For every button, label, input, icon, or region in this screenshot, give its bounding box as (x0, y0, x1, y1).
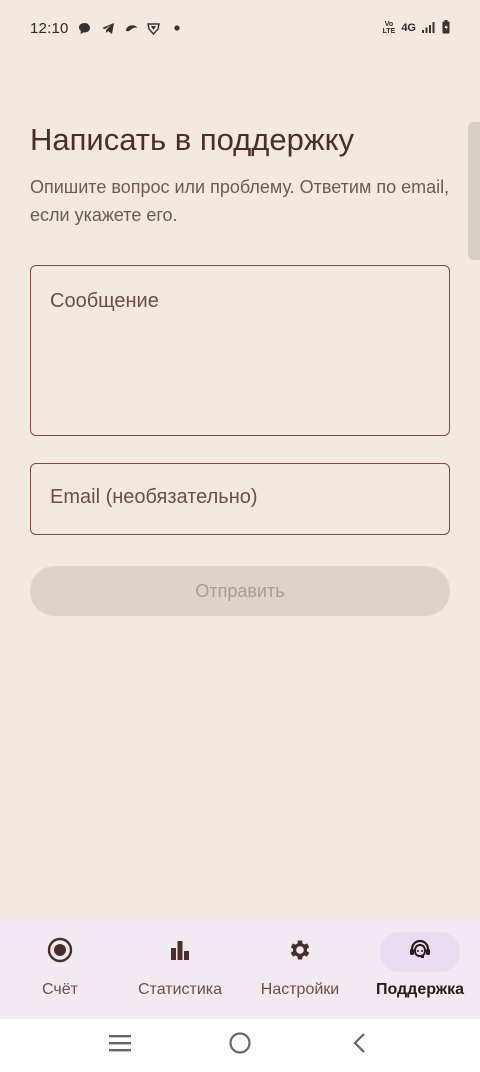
active-indicator-pill (380, 932, 460, 972)
nav-label-settings: Настройки (260, 981, 340, 998)
nav-label-support: Поддержка (375, 981, 465, 998)
back-button[interactable] (340, 1026, 380, 1066)
chat-bubble-icon (78, 21, 92, 35)
vpn-shield-icon (147, 21, 161, 35)
email-placeholder: Email (необязательно) (50, 486, 258, 508)
gear-icon (287, 937, 313, 968)
page-title: Написать в поддержку (30, 122, 354, 157)
home-button[interactable] (220, 1026, 260, 1066)
volte-indicator: Vo LTE (382, 21, 396, 35)
back-icon (352, 1032, 368, 1059)
support-agent-icon (407, 937, 433, 968)
message-field[interactable]: Сообщение (30, 265, 450, 436)
nav-item-account[interactable]: Счёт (0, 919, 120, 1019)
email-field[interactable]: Email (необязательно) (30, 463, 450, 535)
nav-item-support[interactable]: Поддержка (360, 919, 480, 1019)
status-bar: 12:10 Vo LTE 4G (0, 0, 480, 56)
support-screen: 12:10 Vo LTE 4G Написать в поддержку Опи… (0, 0, 480, 1072)
nav-item-settings[interactable]: Настройки (240, 919, 360, 1019)
recent-apps-button[interactable] (100, 1026, 140, 1066)
nav-label-statistics: Статистика (137, 981, 223, 998)
network-type: 4G (401, 22, 416, 34)
system-navigation-bar (0, 1019, 480, 1072)
recent-apps-icon (108, 1033, 132, 1058)
cloud-icon (124, 21, 138, 35)
telegram-icon (101, 21, 115, 35)
home-icon (228, 1031, 252, 1060)
battery-icon (442, 19, 450, 37)
bottom-navigation: Счёт Статистика Настройки Поддержка (0, 919, 480, 1019)
nav-label-account: Счёт (42, 981, 78, 998)
bar-chart-icon (168, 938, 192, 967)
send-button[interactable]: Отправить (30, 566, 450, 616)
signal-icon (422, 21, 436, 36)
message-placeholder: Сообщение (50, 290, 159, 312)
scroll-indicator[interactable] (468, 122, 480, 260)
status-time: 12:10 (30, 19, 69, 37)
nav-item-statistics[interactable]: Статистика (120, 919, 240, 1019)
radio-target-icon (47, 937, 73, 968)
dot-icon (170, 21, 184, 35)
page-subtitle: Опишите вопрос или проблему. Ответим по … (30, 177, 450, 225)
